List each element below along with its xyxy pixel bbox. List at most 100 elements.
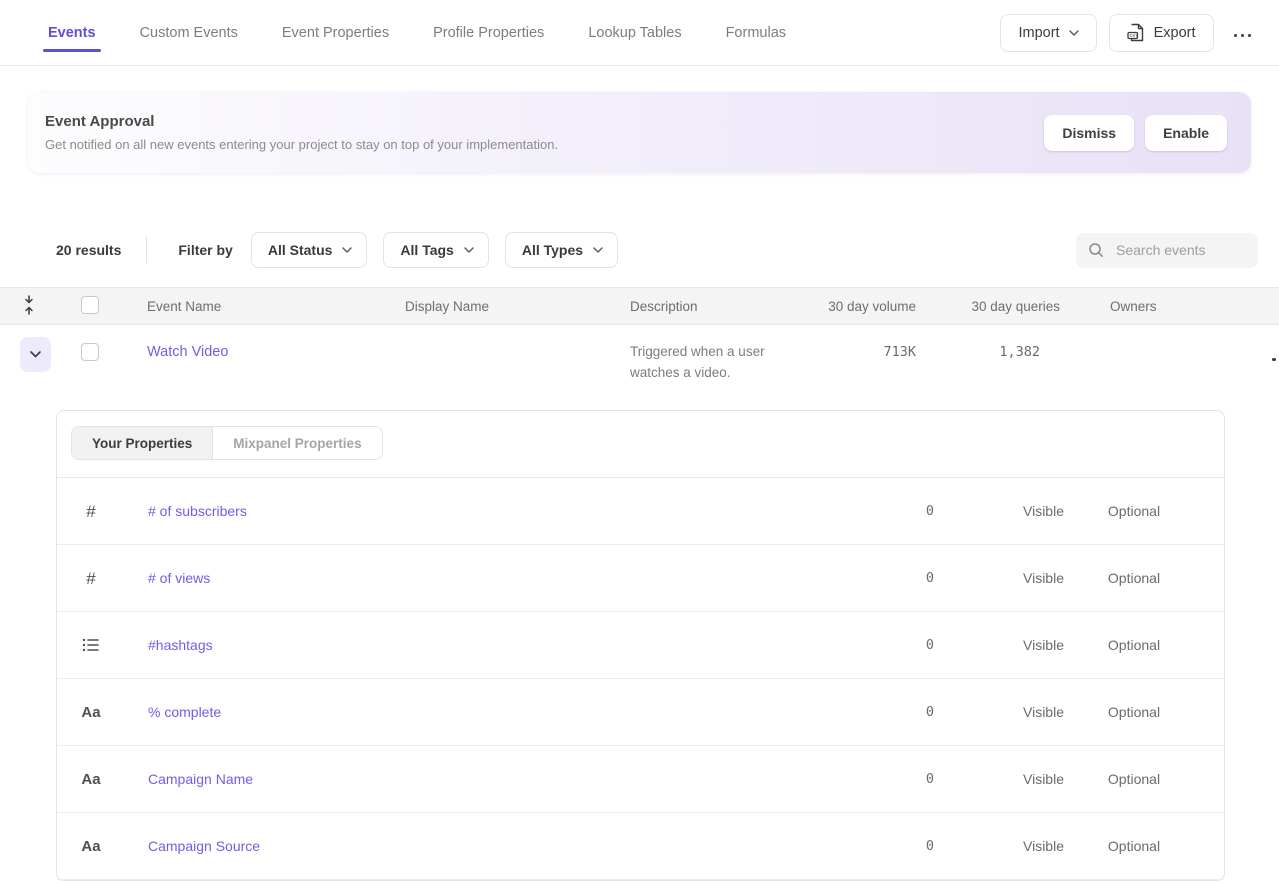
- banner-description: Get notified on all new events entering …: [45, 137, 558, 152]
- chevron-down-icon: [464, 247, 474, 253]
- enable-button[interactable]: Enable: [1145, 115, 1227, 151]
- property-visibility: Visible: [934, 771, 1064, 787]
- list-icon: [82, 637, 100, 653]
- column-owners: Owners: [1060, 299, 1230, 314]
- tab-lookup-tables[interactable]: Lookup Tables: [588, 0, 681, 65]
- chevron-down-icon: [342, 247, 352, 253]
- text-icon: Aa: [81, 772, 100, 787]
- tab-your-properties[interactable]: Your Properties: [72, 427, 213, 459]
- results-count: 20 results: [56, 242, 121, 258]
- top-nav: Events Custom Events Event Properties Pr…: [0, 0, 1279, 66]
- status-filter-dropdown[interactable]: All Status: [251, 232, 368, 268]
- properties-panel-tabs: Your Properties Mixpanel Properties: [57, 411, 1224, 478]
- chevron-down-icon: [593, 247, 603, 253]
- property-name-link[interactable]: Campaign Source: [125, 838, 779, 854]
- event-30-day-queries: 1,382: [920, 344, 1060, 360]
- property-value: 0: [779, 637, 934, 653]
- types-filter-label: All Types: [522, 242, 583, 258]
- tab-event-properties[interactable]: Event Properties: [282, 0, 389, 65]
- text-icon: Aa: [81, 839, 100, 854]
- export-button-label: Export: [1154, 25, 1196, 41]
- property-visibility: Visible: [934, 637, 1064, 653]
- more-button[interactable]: [1226, 19, 1260, 46]
- types-filter-dropdown[interactable]: All Types: [505, 232, 618, 268]
- nav-actions: Import csv Export: [1000, 14, 1259, 52]
- import-button[interactable]: Import: [1000, 14, 1096, 52]
- property-name-link[interactable]: #hashtags: [125, 637, 779, 653]
- property-visibility: Visible: [934, 570, 1064, 586]
- event-description: Triggered when a user watches a video.: [630, 341, 818, 383]
- property-name-link[interactable]: Campaign Name: [125, 771, 779, 787]
- tab-events[interactable]: Events: [48, 0, 96, 65]
- search-icon: [1088, 242, 1104, 258]
- property-requirement: Optional: [1064, 838, 1204, 854]
- nav-tabs: Events Custom Events Event Properties Pr…: [48, 0, 786, 65]
- filter-by-label: Filter by: [178, 242, 232, 258]
- column-30-day-volume: 30 day volume: [818, 299, 920, 314]
- property-requirement: Optional: [1064, 570, 1204, 586]
- property-requirement: Optional: [1064, 637, 1204, 653]
- property-value: 0: [779, 570, 934, 586]
- property-row: Aa % complete 0 Visible Optional: [57, 679, 1224, 746]
- property-name-link[interactable]: # of views: [125, 570, 779, 586]
- property-visibility: Visible: [934, 838, 1064, 854]
- filter-row: 20 results Filter by All Status All Tags…: [0, 232, 1279, 268]
- dismiss-button[interactable]: Dismiss: [1044, 115, 1134, 151]
- ellipsis-icon: [1234, 34, 1252, 38]
- chevron-down-icon: [1069, 30, 1079, 36]
- event-name-link[interactable]: Watch Video: [147, 344, 228, 360]
- collapse-rows-icon: [22, 295, 36, 315]
- tags-filter-dropdown[interactable]: All Tags: [383, 232, 488, 268]
- number-icon: #: [86, 570, 95, 587]
- property-value: 0: [779, 771, 934, 787]
- banner-title: Event Approval: [45, 113, 558, 130]
- tags-filter-label: All Tags: [400, 242, 453, 258]
- event-approval-banner: Event Approval Get notified on all new e…: [28, 92, 1251, 173]
- property-row: # # of views 0 Visible Optional: [57, 545, 1224, 612]
- column-description: Description: [630, 299, 818, 314]
- status-filter-label: All Status: [268, 242, 333, 258]
- row-actions-button[interactable]: [1268, 347, 1279, 366]
- property-value: 0: [779, 503, 934, 519]
- ellipsis-icon: [1272, 358, 1279, 362]
- collapse-all-button[interactable]: [0, 295, 56, 318]
- banner-text: Event Approval Get notified on all new e…: [45, 113, 558, 152]
- table-header: Event Name Display Name Description 30 d…: [0, 287, 1279, 325]
- property-value: 0: [779, 704, 934, 720]
- csv-file-icon: csv: [1127, 23, 1145, 42]
- row-checkbox[interactable]: [81, 343, 99, 361]
- tab-custom-events[interactable]: Custom Events: [140, 0, 238, 65]
- property-value: 0: [779, 838, 934, 854]
- column-event-name: Event Name: [131, 299, 405, 314]
- property-visibility: Visible: [934, 503, 1064, 519]
- property-row: # # of subscribers 0 Visible Optional: [57, 478, 1224, 545]
- import-button-label: Import: [1018, 25, 1059, 41]
- column-30-day-queries: 30 day queries: [920, 299, 1060, 314]
- property-name-link[interactable]: # of subscribers: [125, 503, 779, 519]
- property-requirement: Optional: [1064, 503, 1204, 519]
- property-name-link[interactable]: % complete: [125, 704, 779, 720]
- properties-panel: Your Properties Mixpanel Properties # # …: [56, 410, 1225, 881]
- export-button[interactable]: csv Export: [1109, 14, 1214, 52]
- properties-tab-switcher: Your Properties Mixpanel Properties: [71, 426, 383, 460]
- event-table-row: Watch Video Triggered when a user watche…: [0, 325, 1279, 410]
- property-visibility: Visible: [934, 704, 1064, 720]
- collapse-row-button[interactable]: [20, 337, 51, 372]
- event-30-day-volume: 713K: [818, 344, 920, 360]
- property-row: #hashtags 0 Visible Optional: [57, 612, 1224, 679]
- search-box: [1076, 233, 1258, 268]
- text-icon: Aa: [81, 705, 100, 720]
- search-input[interactable]: [1114, 241, 1246, 259]
- select-all-checkbox[interactable]: [81, 296, 99, 314]
- banner-actions: Dismiss Enable: [1044, 115, 1227, 151]
- property-row: Aa Campaign Source 0 Visible Optional: [57, 813, 1224, 880]
- tab-mixpanel-properties[interactable]: Mixpanel Properties: [213, 427, 381, 459]
- property-row: Aa Campaign Name 0 Visible Optional: [57, 746, 1224, 813]
- divider: [146, 237, 147, 263]
- property-requirement: Optional: [1064, 771, 1204, 787]
- column-display-name: Display Name: [405, 299, 630, 314]
- number-icon: #: [86, 503, 95, 520]
- tab-formulas[interactable]: Formulas: [726, 0, 786, 65]
- tab-profile-properties[interactable]: Profile Properties: [433, 0, 544, 65]
- property-requirement: Optional: [1064, 704, 1204, 720]
